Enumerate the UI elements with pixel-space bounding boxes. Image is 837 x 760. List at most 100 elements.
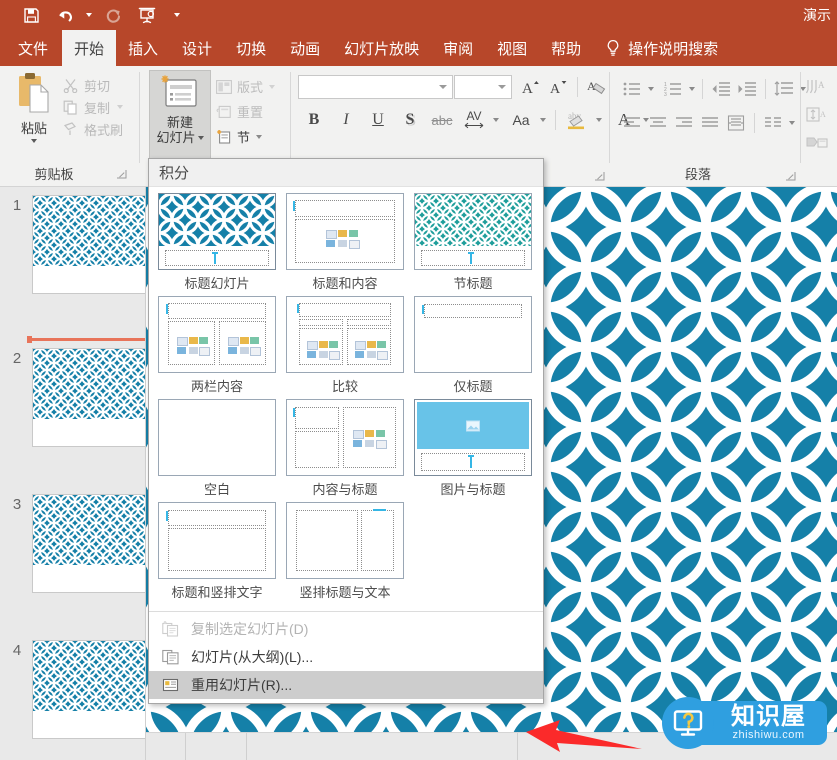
justify-button[interactable]: [697, 110, 723, 136]
layout-section-header[interactable]: 节标题: [409, 193, 537, 296]
increase-font-size-button[interactable]: A: [516, 74, 544, 100]
align-left-button[interactable]: [619, 110, 645, 136]
slide-pattern: [33, 196, 145, 266]
slide-thumbnail-1[interactable]: 1: [0, 191, 145, 335]
tab-home[interactable]: 开始: [62, 30, 117, 66]
layout-label: 仅标题: [453, 379, 493, 394]
watermark-logo: 知识屋 zhishiwu.com: [662, 697, 827, 749]
clipboard-dialog-launcher[interactable]: [116, 167, 128, 179]
layout-two-content[interactable]: 两栏内容: [153, 296, 281, 399]
text-direction-button[interactable]: A: [804, 74, 830, 100]
bullets-button[interactable]: [619, 76, 645, 102]
tab-design[interactable]: 设计: [170, 30, 224, 66]
layout-gallery: 标题幻灯片 标题和内容 节标题 两栏内容 比较 仅标题 空白 内容与标题 图片与…: [149, 187, 543, 609]
slide-thumbnail-4[interactable]: 4: [0, 636, 145, 760]
layout-title-slide[interactable]: 标题幻灯片: [153, 193, 281, 296]
layout-content-caption[interactable]: 内容与标题: [281, 399, 409, 502]
reuse-slides-item[interactable]: 重用幻灯片(R)...: [149, 671, 543, 699]
bullets-dropdown-icon[interactable]: [648, 87, 654, 91]
layout-title-content[interactable]: 标题和内容: [281, 193, 409, 296]
slide-thumbnail-image[interactable]: [32, 195, 145, 294]
tab-insert[interactable]: 插入: [116, 30, 170, 66]
underline-button[interactable]: U: [362, 106, 394, 134]
font-size-input[interactable]: [454, 75, 512, 99]
slide-thumbnail-panel[interactable]: 1 2 3 4: [0, 187, 146, 760]
font-name-input[interactable]: [298, 75, 453, 99]
layout-comparison[interactable]: 比较: [281, 296, 409, 399]
tell-me-search[interactable]: 操作说明搜索: [593, 30, 730, 66]
text-shadow-button[interactable]: S: [394, 106, 426, 134]
new-slide-dropdown-menu[interactable]: 积分 标题幻灯片 标题和内容 节标题 两栏内容 比较 仅标题 空白 内容与标题 …: [148, 158, 544, 704]
slide-number: 4: [12, 642, 22, 659]
undo-button[interactable]: [48, 2, 82, 28]
layout-preview: [158, 296, 276, 373]
tab-animations[interactable]: 动画: [278, 30, 332, 66]
slide-thumbnail-image[interactable]: [32, 348, 145, 447]
redo-button[interactable]: [96, 2, 130, 28]
paste-button[interactable]: 粘贴: [8, 72, 60, 148]
layout-blank[interactable]: 空白: [153, 399, 281, 502]
undo-dropdown-button[interactable]: [82, 2, 96, 28]
columns-button[interactable]: [760, 110, 786, 136]
watermark-en-text: zhishiwu.com: [732, 728, 805, 741]
align-center-button[interactable]: [645, 110, 671, 136]
new-slide-dropdown-icon[interactable]: [197, 135, 204, 140]
layout-vertical-title-text[interactable]: 竖排标题与文本: [281, 502, 409, 605]
layout-picture-caption[interactable]: 图片与标题: [409, 399, 537, 502]
text-highlight-dropdown-icon[interactable]: [596, 118, 602, 122]
dropdown-command-list: 复制选定幻灯片(D) 幻灯片(从大纲)(L)... 重用幻灯片(R)...: [149, 612, 543, 703]
italic-button[interactable]: I: [330, 106, 362, 134]
font-dialog-launcher[interactable]: [594, 169, 606, 181]
save-button[interactable]: [14, 2, 48, 28]
text-highlight-button[interactable]: aby: [561, 106, 593, 134]
ribbon-group-paragraph: 123 段落: [611, 66, 806, 185]
slide-thumbnail-2[interactable]: 2: [0, 344, 145, 488]
clear-formatting-button[interactable]: A: [583, 74, 611, 100]
bold-button[interactable]: B: [298, 106, 330, 134]
line-spacing-button[interactable]: [771, 76, 797, 102]
section-dropdown-icon[interactable]: [256, 134, 263, 139]
numbering-dropdown-icon[interactable]: [689, 87, 695, 91]
character-spacing-button[interactable]: AV: [458, 106, 490, 134]
layout-preview: [158, 399, 276, 476]
layout-title-vertical-text[interactable]: 标题和竖排文字: [153, 502, 281, 605]
distribute-text-button[interactable]: [723, 110, 749, 136]
strikethrough-button[interactable]: abc: [426, 106, 458, 134]
paragraph-dialog-launcher[interactable]: [785, 169, 797, 181]
slide-thumbnail-image[interactable]: [32, 494, 145, 593]
svg-text:A: A: [820, 110, 826, 119]
start-presentation-button[interactable]: [130, 2, 164, 28]
copy-dropdown-icon: [117, 105, 124, 109]
section-button[interactable]: 节: [214, 124, 290, 149]
slide-thumbnail-image[interactable]: [32, 640, 145, 739]
slides-from-outline-item[interactable]: 幻灯片(从大纲)(L)...: [149, 643, 543, 671]
tab-slideshow[interactable]: 幻灯片放映: [332, 30, 431, 66]
align-text-button[interactable]: A: [804, 102, 830, 128]
decrease-font-size-button[interactable]: A: [544, 74, 572, 100]
slide-thumbnail-3[interactable]: 3: [0, 490, 145, 634]
tab-transitions[interactable]: 切换: [224, 30, 278, 66]
chevron-down-icon[interactable]: [439, 85, 447, 89]
tab-view[interactable]: 视图: [485, 30, 539, 66]
layout-label: 比较: [331, 379, 358, 394]
chevron-down-icon[interactable]: [498, 85, 506, 89]
customize-qat-button[interactable]: [170, 2, 184, 28]
paste-dropdown-icon[interactable]: [31, 139, 37, 143]
convert-smartart-button[interactable]: [804, 130, 830, 156]
powerpoint-window: 演示 文件 开始 插入 设计 切换 动画 幻灯片放映 审阅 视图 帮助 操作说明…: [0, 0, 837, 760]
columns-dropdown-icon[interactable]: [789, 121, 795, 125]
increase-indent-button[interactable]: [734, 76, 760, 102]
numbering-button[interactable]: 123: [660, 76, 686, 102]
change-case-button[interactable]: Aa: [505, 106, 537, 134]
layout-title-only[interactable]: 仅标题: [409, 296, 537, 399]
tab-file[interactable]: 文件: [0, 30, 62, 66]
new-slide-button[interactable]: 新建 幻灯片: [149, 70, 211, 162]
decrease-indent-button[interactable]: [708, 76, 734, 102]
align-right-button[interactable]: [671, 110, 697, 136]
tab-review[interactable]: 审阅: [431, 30, 485, 66]
change-case-dropdown-icon[interactable]: [540, 118, 546, 122]
layout-gallery-row: 标题和竖排文字 竖排标题与文本: [149, 502, 543, 605]
reset-label: 重置: [237, 105, 264, 120]
tab-help[interactable]: 帮助: [539, 30, 593, 66]
character-spacing-dropdown-icon[interactable]: [493, 118, 499, 122]
